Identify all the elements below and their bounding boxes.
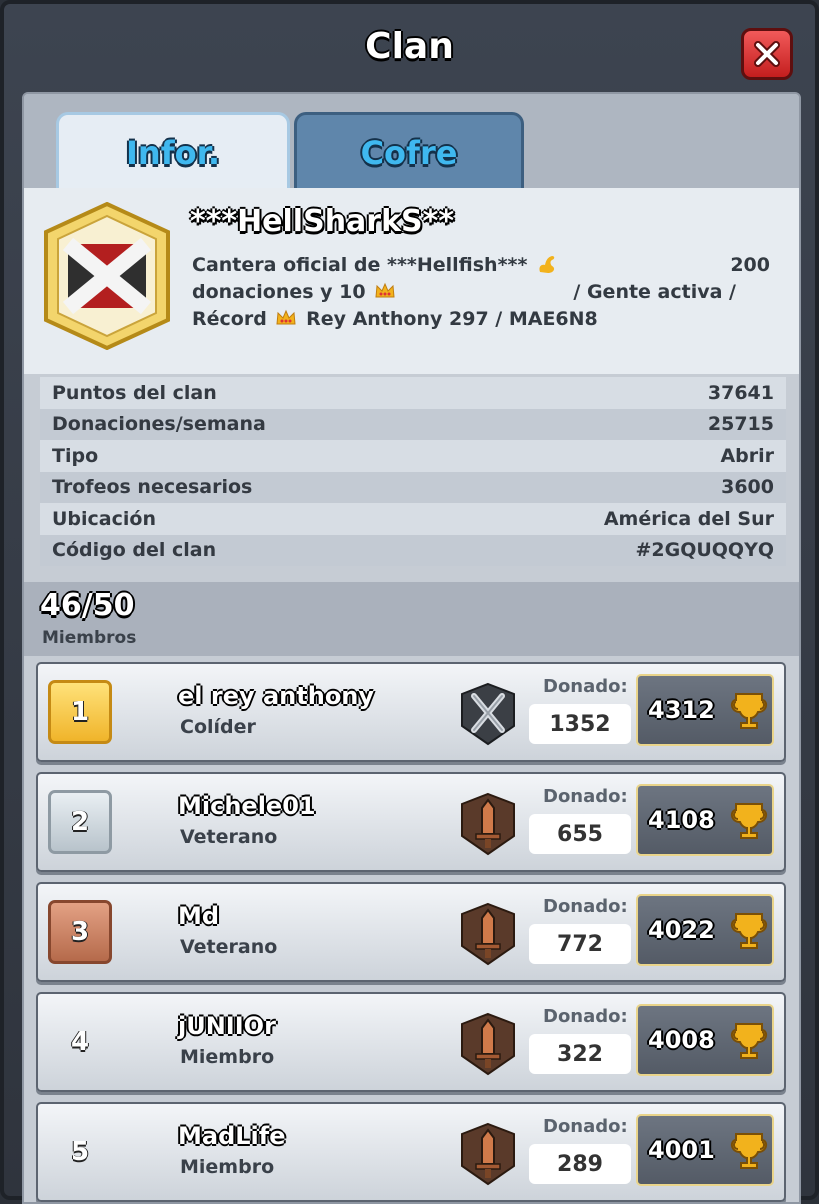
member-rank: 3 <box>48 900 112 964</box>
member-name: MadLife <box>178 1122 286 1150</box>
trophy-count: 4008 <box>648 1026 715 1054</box>
clan-panel: Infor. Cofre ***HellSharkS** Cantera ofi… <box>22 92 801 1204</box>
member-name: Michele01 <box>178 792 316 820</box>
tab-chest[interactable]: Cofre <box>294 112 524 190</box>
crown-icon <box>375 282 395 298</box>
tab-info[interactable]: Infor. <box>56 112 290 190</box>
stat-row: Trofeos necesarios 3600 <box>40 471 786 503</box>
stat-value: 37641 <box>707 381 774 404</box>
donated-label: Donado: <box>543 1006 628 1027</box>
clan-stats-table: Puntos del clan 37641 Donaciones/semana … <box>40 377 786 566</box>
donated-value: 772 <box>529 924 631 964</box>
flexed-biceps-icon <box>539 256 555 273</box>
stat-label: Tipo <box>52 444 99 467</box>
trophy-box: 4022 <box>636 894 774 966</box>
clan-name: ***HellSharkS** <box>190 204 455 239</box>
member-rank: 1 <box>48 680 112 744</box>
donated-value: 1352 <box>529 704 631 744</box>
trophy-box: 4008 <box>636 1004 774 1076</box>
stat-row: Tipo Abrir <box>40 440 786 472</box>
crown-icon <box>276 309 296 325</box>
member-role: Veterano <box>180 826 278 848</box>
trophy-icon <box>730 1133 768 1169</box>
trophy-icon <box>730 693 768 729</box>
stat-row: Donaciones/semana 25715 <box>40 408 786 440</box>
member-name: Md <box>178 902 220 930</box>
description-line-3: Récord <box>192 308 267 330</box>
member-rank: 4 <box>70 1027 90 1057</box>
trophy-box: 4312 <box>636 674 774 746</box>
title-bar: Clan <box>4 4 815 96</box>
close-icon <box>754 41 780 67</box>
member-row[interactable]: 1 el rey anthony Colíder Donado: 1352 43… <box>36 662 786 762</box>
member-name: el rey anthony <box>178 682 375 710</box>
stat-label: Ubicación <box>52 507 156 530</box>
stat-value: #2GQUQQYQ <box>635 539 774 562</box>
trophy-icon <box>730 803 768 839</box>
window-title: Clan <box>365 26 454 67</box>
member-sword-icon <box>461 1122 515 1186</box>
stat-value: 25715 <box>707 413 774 436</box>
members-header: 46/50 Miembros <box>24 582 799 656</box>
member-row[interactable]: 5 MadLife Miembro Donado: 289 4001 <box>36 1102 786 1202</box>
members-label: Miembros <box>42 628 137 648</box>
trophy-icon <box>730 913 768 949</box>
member-role: Colíder <box>180 716 256 738</box>
clan-window: Clan Infor. Cofre ***HellSharkS** Canter… <box>0 0 819 1204</box>
trophy-count: 4022 <box>648 916 715 944</box>
donated-label: Donado: <box>543 676 628 697</box>
close-button[interactable] <box>741 28 793 80</box>
donated-value: 289 <box>529 1144 631 1184</box>
donated-value: 322 <box>529 1034 631 1074</box>
clan-badge-icon <box>44 202 170 350</box>
clan-description: Cantera oficial de ***Hellfish*** 200 do… <box>192 252 770 333</box>
stat-label: Trofeos necesarios <box>52 476 253 499</box>
description-line-1: Cantera oficial de ***Hellfish*** <box>192 254 528 276</box>
stat-value: 3600 <box>721 476 774 499</box>
donated-label: Donado: <box>543 896 628 917</box>
member-name: jUNIIOr <box>178 1012 276 1040</box>
member-row[interactable]: 3 Md Veterano Donado: 772 4022 <box>36 882 786 982</box>
member-role: Miembro <box>180 1046 275 1068</box>
members-list[interactable]: 1 el rey anthony Colíder Donado: 1352 43… <box>36 662 786 1202</box>
donated-value: 655 <box>529 814 631 854</box>
coleader-swords-icon <box>461 682 515 746</box>
member-rank: 2 <box>48 790 112 854</box>
member-row[interactable]: 2 Michele01 Veterano Donado: 655 4108 <box>36 772 786 872</box>
member-role: Miembro <box>180 1156 275 1178</box>
description-line-2-right: / Gente activa / <box>573 281 736 303</box>
trophy-icon <box>730 1023 768 1059</box>
stat-row: Código del clan #2GQUQQYQ <box>40 534 786 566</box>
member-rank: 5 <box>70 1137 90 1167</box>
elder-sword-icon <box>461 792 515 856</box>
member-row[interactable]: 4 jUNIIOr Miembro Donado: 322 4008 <box>36 992 786 1092</box>
stat-row: Ubicación América del Sur <box>40 503 786 535</box>
trophy-count: 4001 <box>648 1136 715 1164</box>
members-count: 46/50 <box>40 588 135 623</box>
member-sword-icon <box>461 1012 515 1076</box>
stat-row: Puntos del clan 37641 <box>40 377 786 409</box>
stat-label: Donaciones/semana <box>52 413 266 436</box>
trophy-count: 4312 <box>648 696 715 724</box>
trophy-box: 4001 <box>636 1114 774 1186</box>
stat-label: Código del clan <box>52 539 217 562</box>
elder-sword-icon <box>461 902 515 966</box>
description-line-1-right: 200 <box>730 254 770 276</box>
trophy-count: 4108 <box>648 806 715 834</box>
donated-label: Donado: <box>543 1116 628 1137</box>
donated-label: Donado: <box>543 786 628 807</box>
trophy-box: 4108 <box>636 784 774 856</box>
stat-label: Puntos del clan <box>52 381 217 404</box>
clan-info: ***HellSharkS** Cantera oficial de ***He… <box>24 188 799 374</box>
description-line-3-suffix: Rey Anthony 297 / MAE6N8 <box>306 308 598 330</box>
description-line-2: donaciones y 10 <box>192 281 366 303</box>
stat-value: Abrir <box>720 444 774 467</box>
stat-value: América del Sur <box>603 507 774 530</box>
tabs-strip: Infor. Cofre <box>24 94 799 190</box>
member-role: Veterano <box>180 936 278 958</box>
